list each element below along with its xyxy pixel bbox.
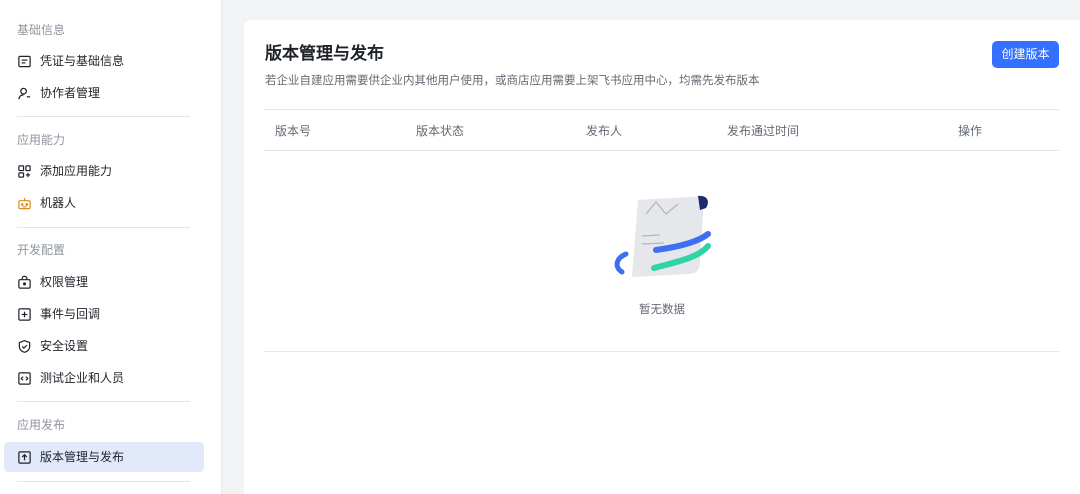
page-title: 版本管理与发布 — [265, 44, 384, 64]
sidebar-item-label: 机器人 — [40, 196, 77, 210]
upload-icon — [17, 450, 32, 465]
sidebar-divider — [17, 401, 190, 402]
user-icon — [17, 86, 32, 101]
sidebar-item-version-release[interactable]: 版本管理与发布 — [4, 442, 204, 472]
version-management-card: 版本管理与发布 若企业自建应用需要供企业内其他用户使用，或商店应用需要上架飞书应… — [244, 20, 1080, 494]
sidebar-divider — [17, 116, 190, 117]
empty-state-illustration — [612, 192, 712, 282]
credentials-icon — [17, 54, 32, 69]
column-header-approval-time: 发布通过时间 — [727, 124, 800, 138]
create-version-button[interactable]: 创建版本 — [992, 41, 1059, 68]
section-title-basic-info: 基础信息 — [17, 23, 66, 37]
sidebar-item-test-enterprise[interactable]: 测试企业和人员 — [4, 363, 204, 393]
section-title-dev-config: 开发配置 — [17, 243, 66, 257]
column-header-actions: 操作 — [958, 124, 983, 138]
sidebar-item-label: 凭证与基础信息 — [40, 54, 125, 68]
table-divider — [264, 150, 1059, 151]
sidebar-item-label: 权限管理 — [40, 275, 89, 289]
sidebar-item-credentials[interactable]: 凭证与基础信息 — [4, 46, 204, 76]
column-header-status: 版本状态 — [416, 124, 465, 138]
sidebar-item-robot[interactable]: 机器人 — [4, 188, 204, 218]
sidebar: 基础信息 凭证与基础信息 协作者管理 应用能力 添加应用能力 机器人 开发配置 … — [0, 0, 222, 494]
sidebar-item-label: 添加应用能力 — [40, 164, 113, 178]
table-divider — [264, 109, 1059, 110]
sidebar-divider — [17, 227, 190, 228]
sidebar-item-collaborators[interactable]: 协作者管理 — [4, 78, 204, 108]
sidebar-item-label: 测试企业和人员 — [40, 371, 125, 385]
sidebar-item-label: 协作者管理 — [40, 86, 101, 100]
sidebar-item-add-capability[interactable]: 添加应用能力 — [4, 156, 204, 186]
lock-box-icon — [17, 275, 32, 290]
shield-icon — [17, 339, 32, 354]
sidebar-item-label: 安全设置 — [40, 339, 89, 353]
column-header-publisher: 发布人 — [586, 124, 623, 138]
sidebar-item-label: 版本管理与发布 — [40, 450, 125, 464]
column-header-version: 版本号 — [275, 124, 312, 138]
code-icon — [17, 371, 32, 386]
sidebar-item-permissions[interactable]: 权限管理 — [4, 267, 204, 297]
sidebar-item-label: 事件与回调 — [40, 307, 101, 321]
event-icon — [17, 307, 32, 322]
table-divider — [264, 351, 1059, 352]
section-title-app-release: 应用发布 — [17, 418, 66, 432]
grid-add-icon — [17, 164, 32, 179]
sidebar-item-events[interactable]: 事件与回调 — [4, 299, 204, 329]
empty-state-text: 暂无数据 — [639, 302, 685, 316]
section-title-app-capabilities: 应用能力 — [17, 133, 66, 147]
page-description: 若企业自建应用需要供企业内其他用户使用，或商店应用需要上架飞书应用中心，均需先发… — [265, 73, 760, 87]
sidebar-divider — [17, 481, 190, 482]
robot-icon — [17, 196, 32, 211]
sidebar-item-security[interactable]: 安全设置 — [4, 331, 204, 361]
